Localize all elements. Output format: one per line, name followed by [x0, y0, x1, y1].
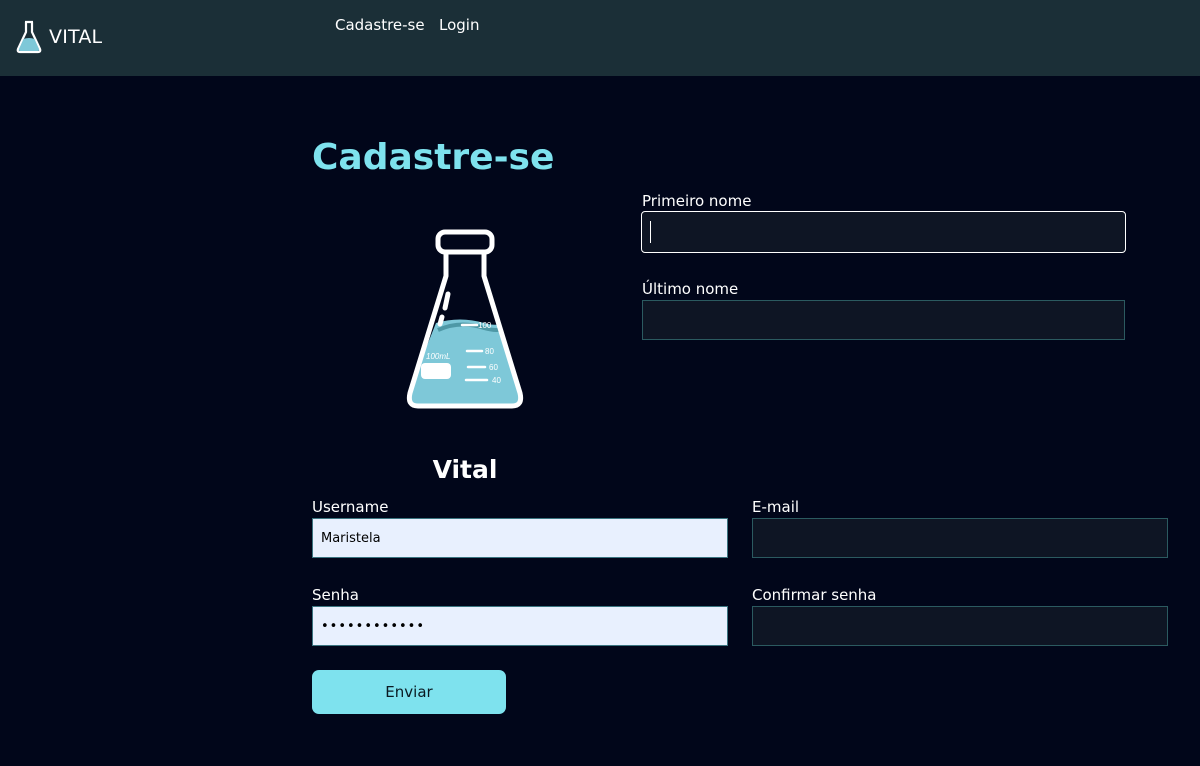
password-input[interactable] [312, 606, 728, 646]
email-label: E-mail [752, 498, 800, 516]
hero-label: Vital [432, 455, 498, 484]
nav-link-cadastre-se[interactable]: Cadastre-se [335, 16, 425, 34]
flask-mark-40: 40 [492, 376, 501, 385]
flask-mark-100: 100 [478, 321, 492, 330]
flask-mark-80: 80 [485, 347, 494, 356]
flask-icon: 100mL 100 80 60 40 [406, 229, 524, 409]
password-label: Senha [312, 586, 359, 604]
flask-mark-volume: 100mL [426, 352, 450, 361]
last-name-label: Último nome [642, 280, 739, 298]
brand-name: VITAL [49, 26, 103, 48]
confirm-password-label: Confirmar senha [752, 586, 877, 604]
text-cursor [650, 221, 651, 243]
first-name-input[interactable] [641, 211, 1126, 253]
first-name-label: Primeiro nome [642, 192, 752, 210]
confirm-password-input[interactable] [752, 606, 1168, 646]
flask-mark-60: 60 [489, 363, 498, 372]
brand[interactable]: VITAL [16, 20, 102, 54]
username-label: Username [312, 498, 389, 516]
flask-icon [16, 20, 42, 54]
submit-button[interactable]: Enviar [312, 670, 506, 714]
nav-link-login[interactable]: Login [439, 16, 479, 34]
last-name-input[interactable] [642, 300, 1125, 340]
username-input[interactable] [312, 518, 728, 558]
navbar: VITAL Cadastre-se Login [0, 0, 1200, 76]
email-input[interactable] [752, 518, 1168, 558]
page-title: Cadastre-se [312, 137, 555, 178]
